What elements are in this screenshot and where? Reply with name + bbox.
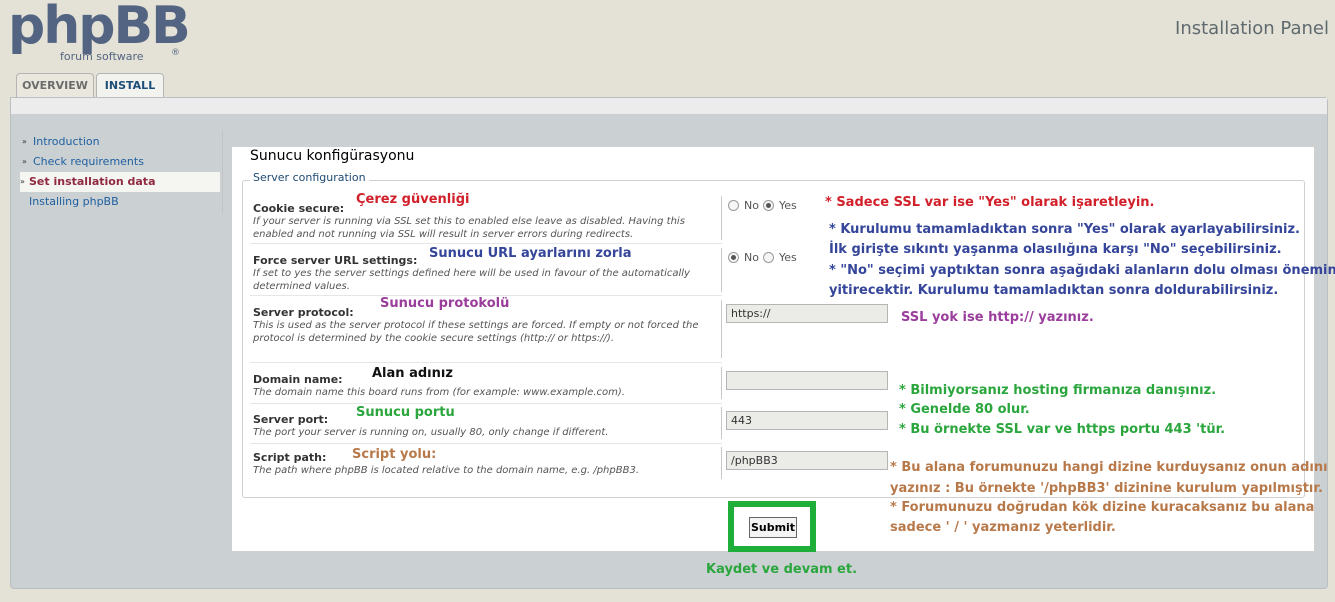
- phpbb-logo: phpBB forum software ®: [8, 0, 191, 66]
- tab-install[interactable]: INSTALL: [96, 73, 164, 98]
- server-protocol-help: This is used as the server protocol if t…: [253, 320, 699, 344]
- domain-name-label: Domain name:: [253, 373, 343, 386]
- annotation-script-note-2: yazınız : Bu örnekte '/phpBB3' dizinine …: [890, 481, 1323, 496]
- annotation-port-note-1: * Genelde 80 olur.: [899, 402, 1030, 417]
- submit-button[interactable]: Submit: [749, 517, 797, 538]
- logo-registered-mark: ®: [171, 48, 180, 58]
- server-protocol-label: Server protocol:: [253, 306, 354, 319]
- page-title: Sunucu konfigürasyonu: [250, 148, 415, 164]
- annotation-protocol-note: SSL yok ise http:// yazınız.: [901, 310, 1094, 325]
- cookie-secure-no-radio[interactable]: [728, 200, 739, 211]
- annotation-force-note-1: * Kurulumu tamamladıktan sonra "Yes" ola…: [829, 222, 1300, 237]
- row-divider: [250, 362, 722, 363]
- annotation-force-title: Sunucu URL ayarlarını zorla: [429, 246, 632, 261]
- column-divider: [721, 367, 722, 399]
- annotation-script-note-3: * Forumunuzu doğrudan kök dizine kuracak…: [890, 500, 1315, 515]
- cookie-secure-yes-label: Yes: [779, 199, 797, 212]
- force-server-url-yes-radio[interactable]: [763, 252, 774, 263]
- cookie-secure-yes-radio[interactable]: [763, 200, 774, 211]
- script-path-help: The path where phpBB is located relative…: [253, 465, 639, 476]
- annotation-submit-note: Kaydet ve devam et.: [706, 562, 858, 577]
- annotation-domain-note: * Bilmiyorsanız hosting firmanıza danışı…: [899, 383, 1217, 398]
- annotation-port-title: Sunucu portu: [356, 405, 455, 420]
- sidebar-item-label: Check requirements: [33, 155, 144, 168]
- sidebar-item-introduction[interactable]: » Introduction: [20, 132, 220, 152]
- cookie-secure-no-label: No: [744, 199, 759, 212]
- logo-wordmark: phpBB: [8, 0, 191, 56]
- column-divider: [721, 407, 722, 439]
- domain-name-input[interactable]: [726, 371, 888, 390]
- column-divider: [721, 248, 722, 292]
- force-server-url-label: Force server URL settings:: [253, 254, 418, 267]
- tab-overview[interactable]: OVERVIEW: [16, 73, 94, 97]
- server-port-help: The port your server is running on, usua…: [253, 427, 609, 438]
- annotation-script-note-4: sadece ' / ' yazmanız yeterlidir.: [890, 520, 1116, 535]
- sidebar-item-check-requirements[interactable]: » Check requirements: [20, 152, 220, 172]
- annotation-port-note-2: * Bu örnekte SSL var ve https portu 443 …: [899, 422, 1226, 437]
- domain-name-help: The domain name this board runs from (fo…: [253, 387, 625, 398]
- row-divider: [250, 243, 722, 244]
- sidebar-item-label: Installing phpBB: [29, 195, 119, 208]
- sidebar-menu: » Introduction » Check requirements » Se…: [20, 131, 223, 213]
- cookie-secure-help: If your server is running via SSL set th…: [253, 216, 685, 240]
- script-path-input[interactable]: [726, 451, 888, 470]
- chevron-right-icon: »: [22, 137, 27, 146]
- row-divider: [250, 443, 722, 444]
- sidebar-item-label: Introduction: [33, 135, 100, 148]
- annotation-script-title: Script yolu:: [352, 447, 437, 462]
- sidebar-item-set-installation-data[interactable]: » Set installation data: [20, 172, 220, 192]
- row-divider: [250, 403, 722, 404]
- annotation-force-note-2: İlk girişte sıkıntı yaşanma olasılığına …: [829, 242, 1282, 257]
- annotation-force-note-4: yitirecektir. Kurulumu tamamladıktan son…: [829, 283, 1279, 298]
- main-panel-top-strip: [11, 98, 1327, 114]
- server-protocol-input[interactable]: [726, 304, 888, 323]
- logo-subtitle: forum software: [60, 50, 144, 63]
- chevron-right-icon: »: [20, 177, 25, 186]
- annotation-ssl-yes: * Sadece SSL var ise "Yes" olarak işaret…: [825, 195, 1155, 210]
- annotation-force-note-3: * "No" seçimi yaptıktan sonra aşağıdaki …: [829, 263, 1335, 278]
- force-server-url-help: If set to yes the server settings define…: [253, 268, 690, 292]
- fieldset-legend: Server configuration: [250, 171, 369, 184]
- cookie-secure-label: Cookie secure:: [253, 202, 345, 215]
- sidebar-item-label: Set installation data: [29, 175, 156, 188]
- annotation-cookie-title: Çerez güvenliği: [356, 192, 470, 207]
- script-path-label: Script path:: [253, 451, 327, 464]
- chevron-right-icon: »: [22, 157, 27, 166]
- annotation-protocol-title: Sunucu protokolü: [380, 296, 510, 311]
- force-server-url-no-label: No: [744, 251, 759, 264]
- annotation-domain-title: Alan adınız: [372, 366, 453, 381]
- sidebar-item-installing-phpbb[interactable]: Installing phpBB: [20, 192, 220, 212]
- panel-title: Installation Panel: [1175, 18, 1329, 39]
- force-server-url-no-radio[interactable]: [728, 252, 739, 263]
- annotation-script-note-1: * Bu alana forumunuzu hangi dizine kurdu…: [890, 460, 1328, 475]
- server-port-label: Server port:: [253, 413, 329, 426]
- column-divider: [721, 300, 722, 358]
- column-divider: [721, 196, 722, 240]
- server-port-input[interactable]: [726, 411, 888, 430]
- column-divider: [721, 447, 722, 479]
- force-server-url-yes-label: Yes: [779, 251, 797, 264]
